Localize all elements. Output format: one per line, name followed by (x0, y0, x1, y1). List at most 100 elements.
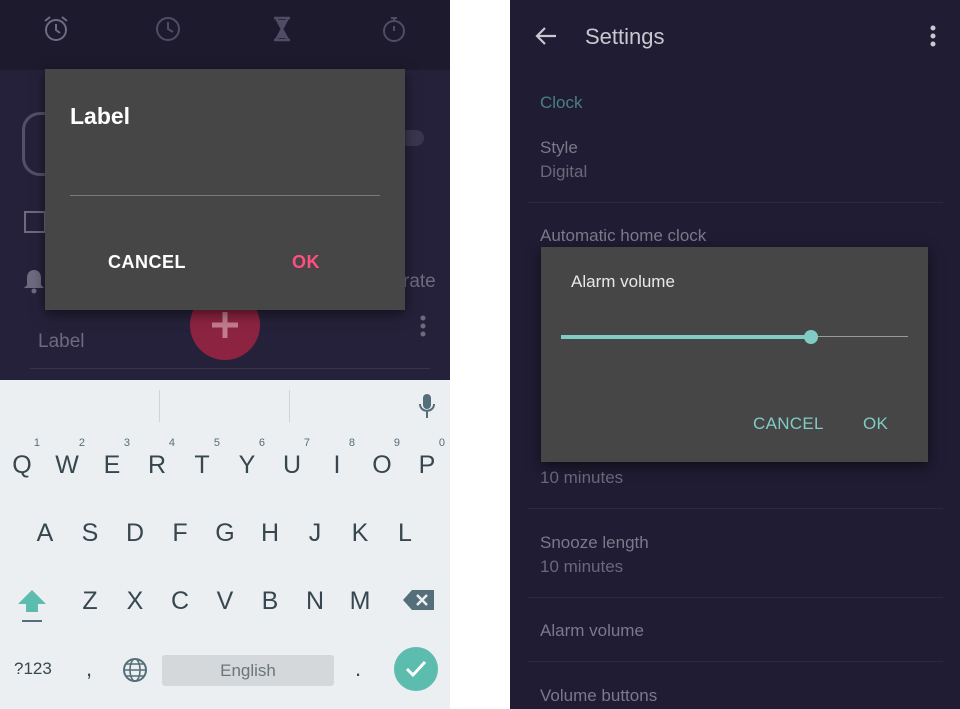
clock-icon[interactable] (153, 14, 183, 44)
key-z[interactable]: Z (70, 576, 110, 626)
mic-icon[interactable] (418, 393, 436, 419)
check-icon (405, 660, 427, 678)
ok-button[interactable]: OK (292, 252, 320, 273)
key-hint: 1 (33, 437, 40, 449)
label-text: Label (38, 331, 85, 352)
suggestion-bar (0, 380, 450, 430)
soft-keyboard: Q1W2E3R4T5Y6U7I8O9P0 ASDFGHJKL ZXCVBNM ?… (0, 380, 450, 709)
divider (30, 368, 430, 369)
page-title: Settings (585, 24, 665, 49)
ok-button[interactable]: OK (863, 414, 888, 434)
section-header-clock: Clock (540, 93, 583, 112)
key-d[interactable]: D (115, 508, 155, 558)
suggestion-divider (289, 390, 290, 422)
key-hint: 4 (168, 437, 175, 449)
divider (528, 202, 943, 203)
key-label: W (55, 451, 79, 479)
key-p[interactable]: P0 (407, 438, 447, 490)
pref-snooze-title[interactable]: Snooze length (540, 533, 649, 553)
label-input[interactable] (70, 195, 380, 196)
key-hint: 5 (213, 437, 220, 449)
key-x[interactable]: X (115, 576, 155, 626)
period-key[interactable]: . (355, 656, 361, 682)
key-hint: 3 (123, 437, 130, 449)
dialog-title: Label (70, 103, 131, 129)
more-vert-icon[interactable] (929, 24, 937, 48)
key-hint: 7 (303, 437, 310, 449)
comma-key[interactable]: , (86, 656, 92, 682)
key-i[interactable]: I8 (317, 437, 357, 490)
dialog-title: Alarm volume (571, 272, 675, 291)
globe-icon[interactable] (122, 657, 148, 683)
clock-app-label-screen: rate Label Label CANCEL OK Q1W2E3R4T5Y6U… (0, 0, 450, 709)
key-label: E (103, 451, 121, 479)
key-g[interactable]: G (205, 508, 245, 558)
divider (528, 661, 943, 662)
key-label: U (282, 451, 302, 479)
timer-icon[interactable] (267, 14, 297, 44)
key-w[interactable]: W2 (47, 437, 87, 490)
key-label: R (147, 451, 167, 479)
divider (528, 508, 943, 509)
symbols-key[interactable]: ?123 (14, 659, 52, 679)
cancel-button[interactable]: CANCEL (753, 414, 824, 434)
key-j[interactable]: J (295, 508, 335, 558)
tab-bar (0, 0, 450, 70)
key-e[interactable]: E3 (92, 437, 132, 490)
alarm-icon[interactable] (41, 14, 71, 44)
key-o[interactable]: O9 (362, 437, 402, 490)
volume-slider-thumb[interactable] (803, 330, 818, 344)
key-k[interactable]: K (340, 508, 380, 558)
pref-snooze-summary: 10 minutes (540, 557, 624, 576)
pref-silence-summary: 10 minutes (540, 468, 624, 487)
pref-style-summary: Digital (540, 162, 588, 181)
key-t[interactable]: T5 (182, 437, 222, 490)
settings-screen: Settings Clock Style Digital Automatic h… (510, 0, 960, 709)
key-n[interactable]: N (295, 576, 335, 626)
key-b[interactable]: B (250, 576, 290, 626)
repeat-checkbox[interactable] (24, 211, 46, 233)
key-label: O (372, 451, 392, 479)
cancel-button[interactable]: CANCEL (108, 252, 186, 273)
key-a[interactable]: A (25, 508, 65, 558)
stopwatch-icon[interactable] (379, 14, 409, 44)
key-label: T (194, 451, 210, 479)
key-h[interactable]: H (250, 508, 290, 558)
key-q[interactable]: Q1 (2, 437, 42, 490)
pref-volume-buttons-title[interactable]: Volume buttons (540, 686, 657, 706)
key-hint: 6 (258, 437, 265, 449)
plus-icon (212, 312, 238, 338)
vibrate-text: rate (403, 271, 436, 292)
key-c[interactable]: C (160, 576, 200, 626)
suggestion-divider (159, 390, 160, 422)
shift-icon[interactable] (16, 586, 48, 626)
key-label: I (333, 451, 341, 479)
key-r[interactable]: R4 (137, 437, 177, 490)
key-f[interactable]: F (160, 508, 200, 558)
key-label: Q (12, 451, 32, 479)
key-label: Y (238, 451, 256, 479)
pref-style-title[interactable]: Style (540, 138, 578, 158)
key-m[interactable]: M (340, 576, 380, 626)
label-dialog: Label CANCEL OK (45, 69, 405, 310)
divider (528, 597, 943, 598)
pref-home-clock-title[interactable]: Automatic home clock (540, 226, 706, 246)
key-label: P (418, 451, 436, 479)
key-hint: 2 (78, 437, 85, 449)
bell-icon (24, 270, 44, 294)
more-vert-icon[interactable] (419, 314, 427, 338)
enter-key[interactable] (394, 647, 438, 691)
key-y[interactable]: Y6 (227, 437, 267, 490)
key-l[interactable]: L (385, 508, 425, 558)
key-hint: 9 (393, 437, 400, 449)
key-s[interactable]: S (70, 508, 110, 558)
pref-alarm-volume-title[interactable]: Alarm volume (540, 621, 644, 641)
key-hint: 8 (348, 437, 355, 449)
volume-slider-fill (561, 335, 811, 339)
key-v[interactable]: V (205, 576, 245, 626)
space-key[interactable]: English (162, 655, 334, 686)
key-u[interactable]: U7 (272, 437, 312, 490)
alarm-volume-dialog: Alarm volume CANCEL OK (541, 247, 928, 462)
back-arrow-icon[interactable] (534, 24, 558, 48)
backspace-icon[interactable] (402, 588, 436, 612)
